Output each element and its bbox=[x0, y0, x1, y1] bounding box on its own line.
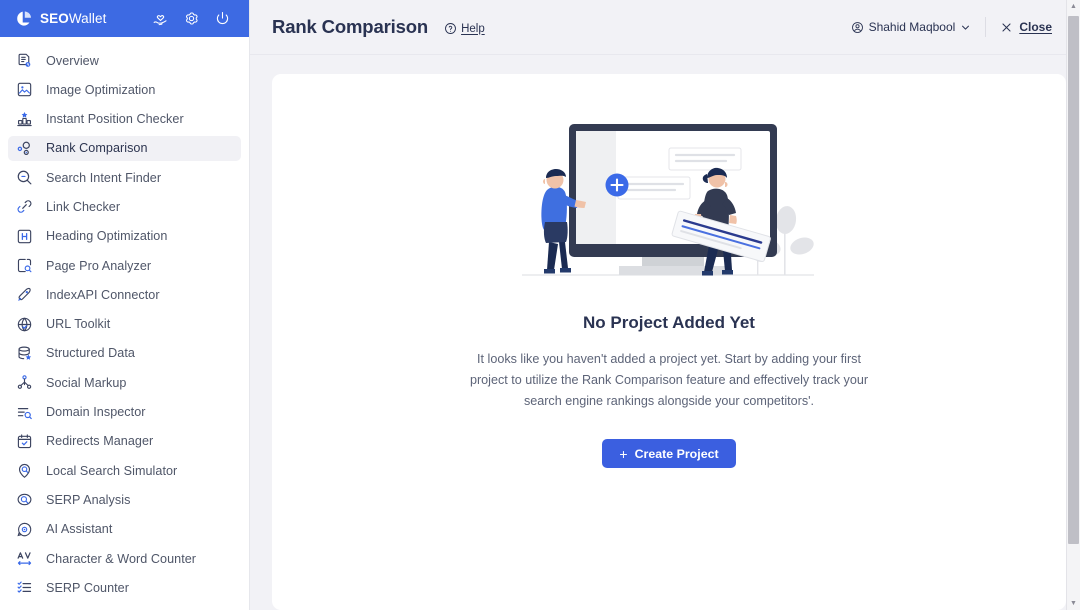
sidebar: SEOWallet Overview Image Optimization In… bbox=[0, 0, 250, 610]
brand-name: SEOWallet bbox=[40, 11, 106, 26]
empty-state-card: No Project Added Yet It looks like you h… bbox=[272, 74, 1066, 610]
question-circle-icon bbox=[445, 23, 457, 34]
rocket-icon bbox=[16, 286, 33, 303]
people-adding-project-illustration bbox=[522, 124, 814, 276]
sidebar-item-instant-position-checker[interactable]: Instant Position Checker bbox=[8, 107, 241, 132]
content-area: No Project Added Yet It looks like you h… bbox=[250, 55, 1066, 610]
pie-logo-icon bbox=[17, 11, 32, 26]
sidebar-item-structured-data[interactable]: Structured Data bbox=[8, 341, 241, 366]
image-icon bbox=[16, 81, 33, 98]
sidebar-item-label: AI Assistant bbox=[46, 522, 113, 537]
sidebar-item-indexapi-connector[interactable]: IndexAPI Connector bbox=[8, 282, 241, 307]
gear-icon[interactable] bbox=[183, 10, 200, 27]
sidebar-item-domain-inspector[interactable]: Domain Inspector bbox=[8, 400, 241, 425]
calendar-check-icon bbox=[16, 433, 33, 450]
scrollbar-thumb[interactable] bbox=[1067, 16, 1079, 544]
checklist-icon bbox=[16, 579, 33, 596]
link-icon bbox=[16, 198, 33, 215]
sidebar-item-rank-comparison[interactable]: Rank Comparison bbox=[8, 135, 241, 161]
sidebar-item-character-word-counter[interactable]: Character & Word Counter bbox=[8, 546, 241, 571]
globe-check-icon bbox=[16, 316, 33, 333]
serp-circle-icon bbox=[16, 491, 33, 508]
chat-gear-icon bbox=[16, 521, 33, 538]
create-project-label: Create Project bbox=[634, 446, 719, 461]
sidebar-item-local-search-simulator[interactable]: Local Search Simulator bbox=[8, 458, 241, 483]
heart-in-hand-icon[interactable] bbox=[152, 10, 169, 27]
sidebar-item-page-pro-analyzer[interactable]: Page Pro Analyzer bbox=[8, 253, 241, 278]
empty-state-description: It looks like you haven't added a projec… bbox=[469, 352, 869, 408]
sidebar-item-label: URL Toolkit bbox=[46, 317, 111, 332]
sidebar-item-label: Heading Optimization bbox=[46, 229, 168, 244]
empty-state-title: No Project Added Yet bbox=[583, 313, 755, 332]
sidebar-item-label: SERP Analysis bbox=[46, 492, 131, 507]
create-project-button[interactable]: + Create Project bbox=[602, 439, 736, 468]
user-menu[interactable]: Shahid Maqbool bbox=[851, 17, 987, 37]
sidebar-item-social-markup[interactable]: Social Markup bbox=[8, 370, 241, 395]
sidebar-item-label: Rank Comparison bbox=[46, 141, 148, 156]
sidebar-item-label: SERP Counter bbox=[46, 580, 129, 595]
brand-name-rest: Wallet bbox=[68, 11, 107, 26]
sidebar-item-label: Structured Data bbox=[46, 346, 135, 361]
brand-icon-group bbox=[152, 10, 235, 27]
help-label: Help bbox=[461, 22, 485, 35]
sidebar-item-label: Local Search Simulator bbox=[46, 463, 178, 478]
bar-chart-star-icon bbox=[16, 111, 33, 128]
list-search-icon bbox=[16, 404, 33, 421]
heading-h-icon bbox=[16, 228, 33, 245]
close-button[interactable]: Close bbox=[1000, 20, 1052, 34]
sidebar-item-url-toolkit[interactable]: URL Toolkit bbox=[8, 312, 241, 337]
sidebar-item-label: Overview bbox=[46, 53, 99, 68]
sidebar-item-search-intent-finder[interactable]: Search Intent Finder bbox=[8, 165, 241, 190]
page-title: Rank Comparison bbox=[272, 16, 429, 37]
power-icon[interactable] bbox=[214, 10, 231, 27]
sidebar-item-link-checker[interactable]: Link Checker bbox=[8, 194, 241, 219]
sidebar-item-label: Image Optimization bbox=[46, 82, 156, 97]
sidebar-item-label: Link Checker bbox=[46, 199, 121, 214]
share-nodes-icon bbox=[16, 374, 33, 391]
sidebar-item-label: Domain Inspector bbox=[46, 405, 146, 420]
sidebar-nav: Overview Image Optimization Instant Posi… bbox=[0, 37, 249, 610]
help-link[interactable]: Help bbox=[444, 22, 485, 35]
sidebar-item-serp-counter[interactable]: SERP Counter bbox=[8, 575, 241, 600]
sidebar-item-ai-assistant[interactable]: AI Assistant bbox=[8, 517, 241, 542]
sidebar-item-label: Character & Word Counter bbox=[46, 551, 197, 566]
rank-nodes-icon bbox=[16, 140, 33, 157]
scrollbar-up-arrow[interactable]: ▲ bbox=[1067, 0, 1080, 13]
sidebar-item-overview[interactable]: Overview bbox=[8, 48, 241, 73]
close-label: Close bbox=[1019, 20, 1052, 34]
close-x-icon bbox=[1002, 22, 1011, 32]
app-root: SEOWallet Overview Image Optimization In… bbox=[0, 0, 1080, 610]
chevron-down-icon bbox=[962, 25, 970, 30]
sidebar-item-serp-analysis[interactable]: SERP Analysis bbox=[8, 487, 241, 512]
brand-bar: SEOWallet bbox=[0, 0, 249, 37]
user-name: Shahid Maqbool bbox=[868, 20, 956, 34]
database-star-icon bbox=[16, 345, 33, 362]
search-icon bbox=[16, 169, 33, 186]
sidebar-item-label: Search Intent Finder bbox=[46, 170, 162, 185]
sidebar-item-label: Page Pro Analyzer bbox=[46, 258, 152, 273]
sidebar-item-label: IndexAPI Connector bbox=[46, 287, 160, 302]
top-bar-right: Shahid Maqbool Close bbox=[851, 17, 1052, 37]
sidebar-item-label: Redirects Manager bbox=[46, 434, 154, 449]
av-arrows-icon bbox=[16, 550, 33, 567]
plus-icon: + bbox=[619, 445, 628, 462]
document-clock-icon bbox=[16, 52, 33, 69]
sidebar-item-heading-optimization[interactable]: Heading Optimization bbox=[8, 224, 241, 249]
top-bar: Rank Comparison Help Shahid Maqbool Clos… bbox=[250, 0, 1066, 55]
brand-name-bold: SEO bbox=[40, 11, 69, 26]
sidebar-item-label: Social Markup bbox=[46, 375, 127, 390]
vertical-scrollbar[interactable]: ▲ ▼ bbox=[1066, 0, 1080, 610]
page-search-icon bbox=[16, 257, 33, 274]
sidebar-item-redirects-manager[interactable]: Redirects Manager bbox=[8, 429, 241, 454]
scrollbar-down-arrow[interactable]: ▼ bbox=[1067, 597, 1080, 610]
location-search-icon bbox=[16, 462, 33, 479]
sidebar-item-image-optimization[interactable]: Image Optimization bbox=[8, 77, 241, 102]
user-circle-icon bbox=[851, 21, 863, 33]
sidebar-item-label: Instant Position Checker bbox=[46, 112, 184, 127]
main-area: Rank Comparison Help Shahid Maqbool Clos… bbox=[250, 0, 1080, 610]
scrollbar-track[interactable] bbox=[1067, 13, 1080, 597]
